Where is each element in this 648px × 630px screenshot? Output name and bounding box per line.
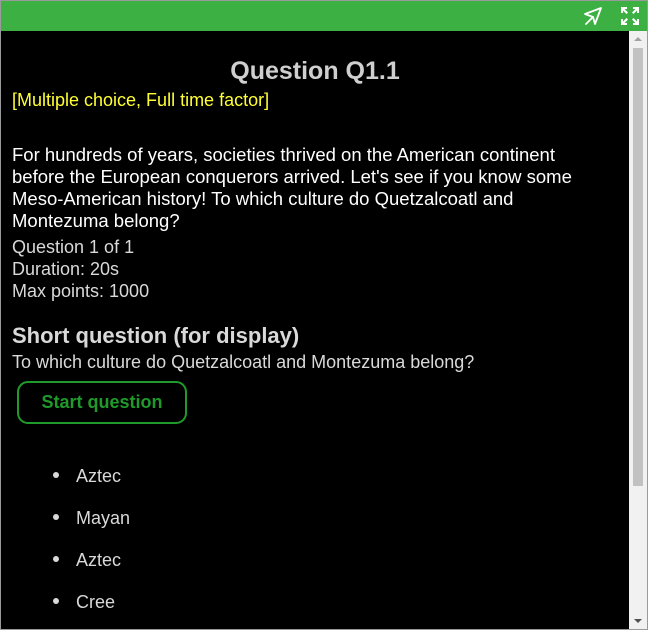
answer-label: Aztec [76, 466, 122, 486]
question-panel: Question Q1.1 [Multiple choice, Full tim… [1, 31, 629, 629]
question-text: For hundreds of years, societies thrived… [12, 144, 572, 231]
question-duration: Duration: 20s [12, 259, 120, 279]
start-question-button[interactable]: Start question [17, 381, 187, 424]
answer-item: Cree [53, 592, 115, 616]
question-max-points: Max points: 1000 [12, 281, 150, 301]
question-position: Question 1 of 1 [12, 237, 135, 257]
bullet-icon [53, 472, 59, 479]
scroll-down-arrow-icon[interactable] [629, 613, 647, 629]
answer-label: Mayan [76, 508, 131, 528]
bullet-icon [53, 514, 59, 521]
answer-label: Aztec [76, 550, 122, 570]
quiz-window: Question Q1.1 [Multiple choice, Full tim… [0, 0, 648, 630]
bullet-icon [53, 598, 59, 605]
scroll-up-arrow-icon[interactable] [629, 31, 647, 47]
answer-item: Aztec [53, 550, 121, 574]
vertical-scrollbar[interactable] [629, 31, 647, 629]
question-type-label: [Multiple choice, Full time factor] [12, 90, 270, 110]
expand-icon[interactable] [619, 5, 641, 27]
answer-label: Cree [76, 592, 116, 612]
answer-item: Mayan [53, 508, 130, 532]
short-question-text: To which culture do Quetzalcoatl and Mon… [12, 352, 475, 372]
pin-icon[interactable] [582, 5, 604, 27]
short-question-heading: Short question (for display) [12, 323, 300, 348]
top-toolbar [1, 1, 647, 31]
scrollbar-thumb[interactable] [633, 48, 643, 486]
answer-item: Aztec [53, 466, 121, 490]
bullet-icon [53, 556, 59, 563]
question-title: Question Q1.1 [230, 57, 400, 85]
